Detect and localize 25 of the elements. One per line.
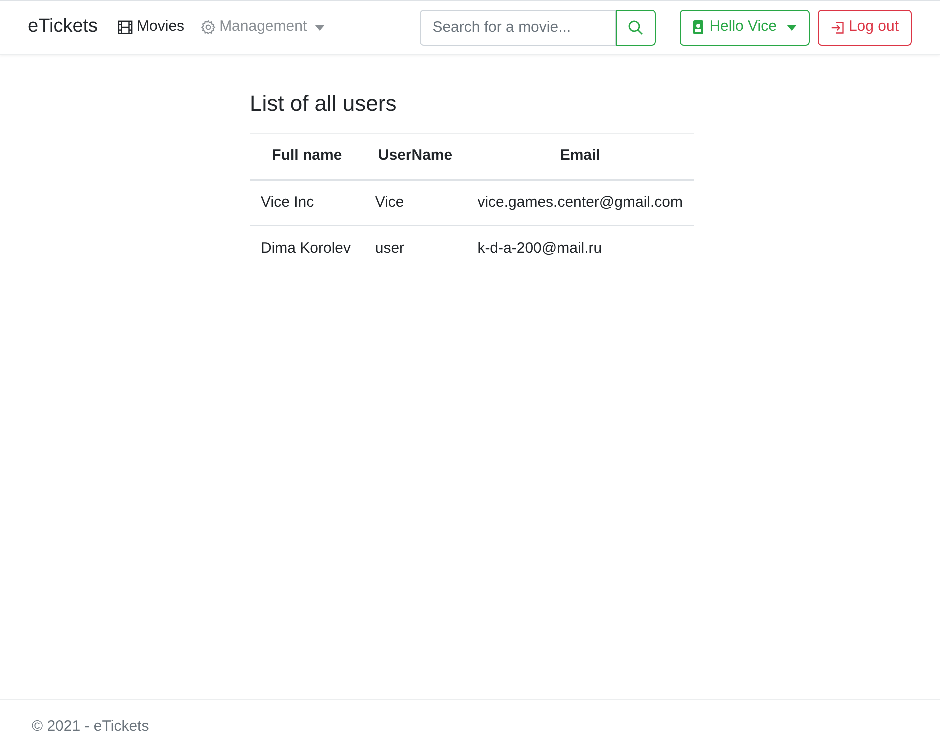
table-cell: Vice [364,180,467,226]
search-icon [628,20,644,36]
table-cell: vice.games.center@gmail.com [466,180,694,226]
caret-icon [786,24,797,30]
column-header: Email [466,134,694,180]
gear-icon [200,20,216,35]
logout-button[interactable]: Log out [818,10,912,46]
film-icon [118,20,134,35]
caret-icon [315,24,326,30]
management-menu[interactable]: Management [200,16,326,39]
user-menu-button[interactable]: Hello Vice [680,10,810,46]
badge-icon [692,20,704,35]
brand-link[interactable]: eTickets [28,13,98,42]
footer-text: © 2021 - eTickets [32,717,150,738]
table-cell: Dima Korolev [250,226,364,272]
table-cell: k-d-a-200@mail.ru [466,226,694,272]
search-button[interactable] [616,10,656,46]
search-field[interactable]: Search for a movie... [420,10,616,46]
movies-link[interactable]: Movies [118,16,185,39]
table-cell: Vice Inc [250,180,364,226]
page-title: List of all users [250,90,398,118]
column-header: Full name [250,134,364,180]
column-header: UserName [364,134,467,180]
table-cell: user [364,226,467,272]
sign-in-icon [830,20,845,34]
